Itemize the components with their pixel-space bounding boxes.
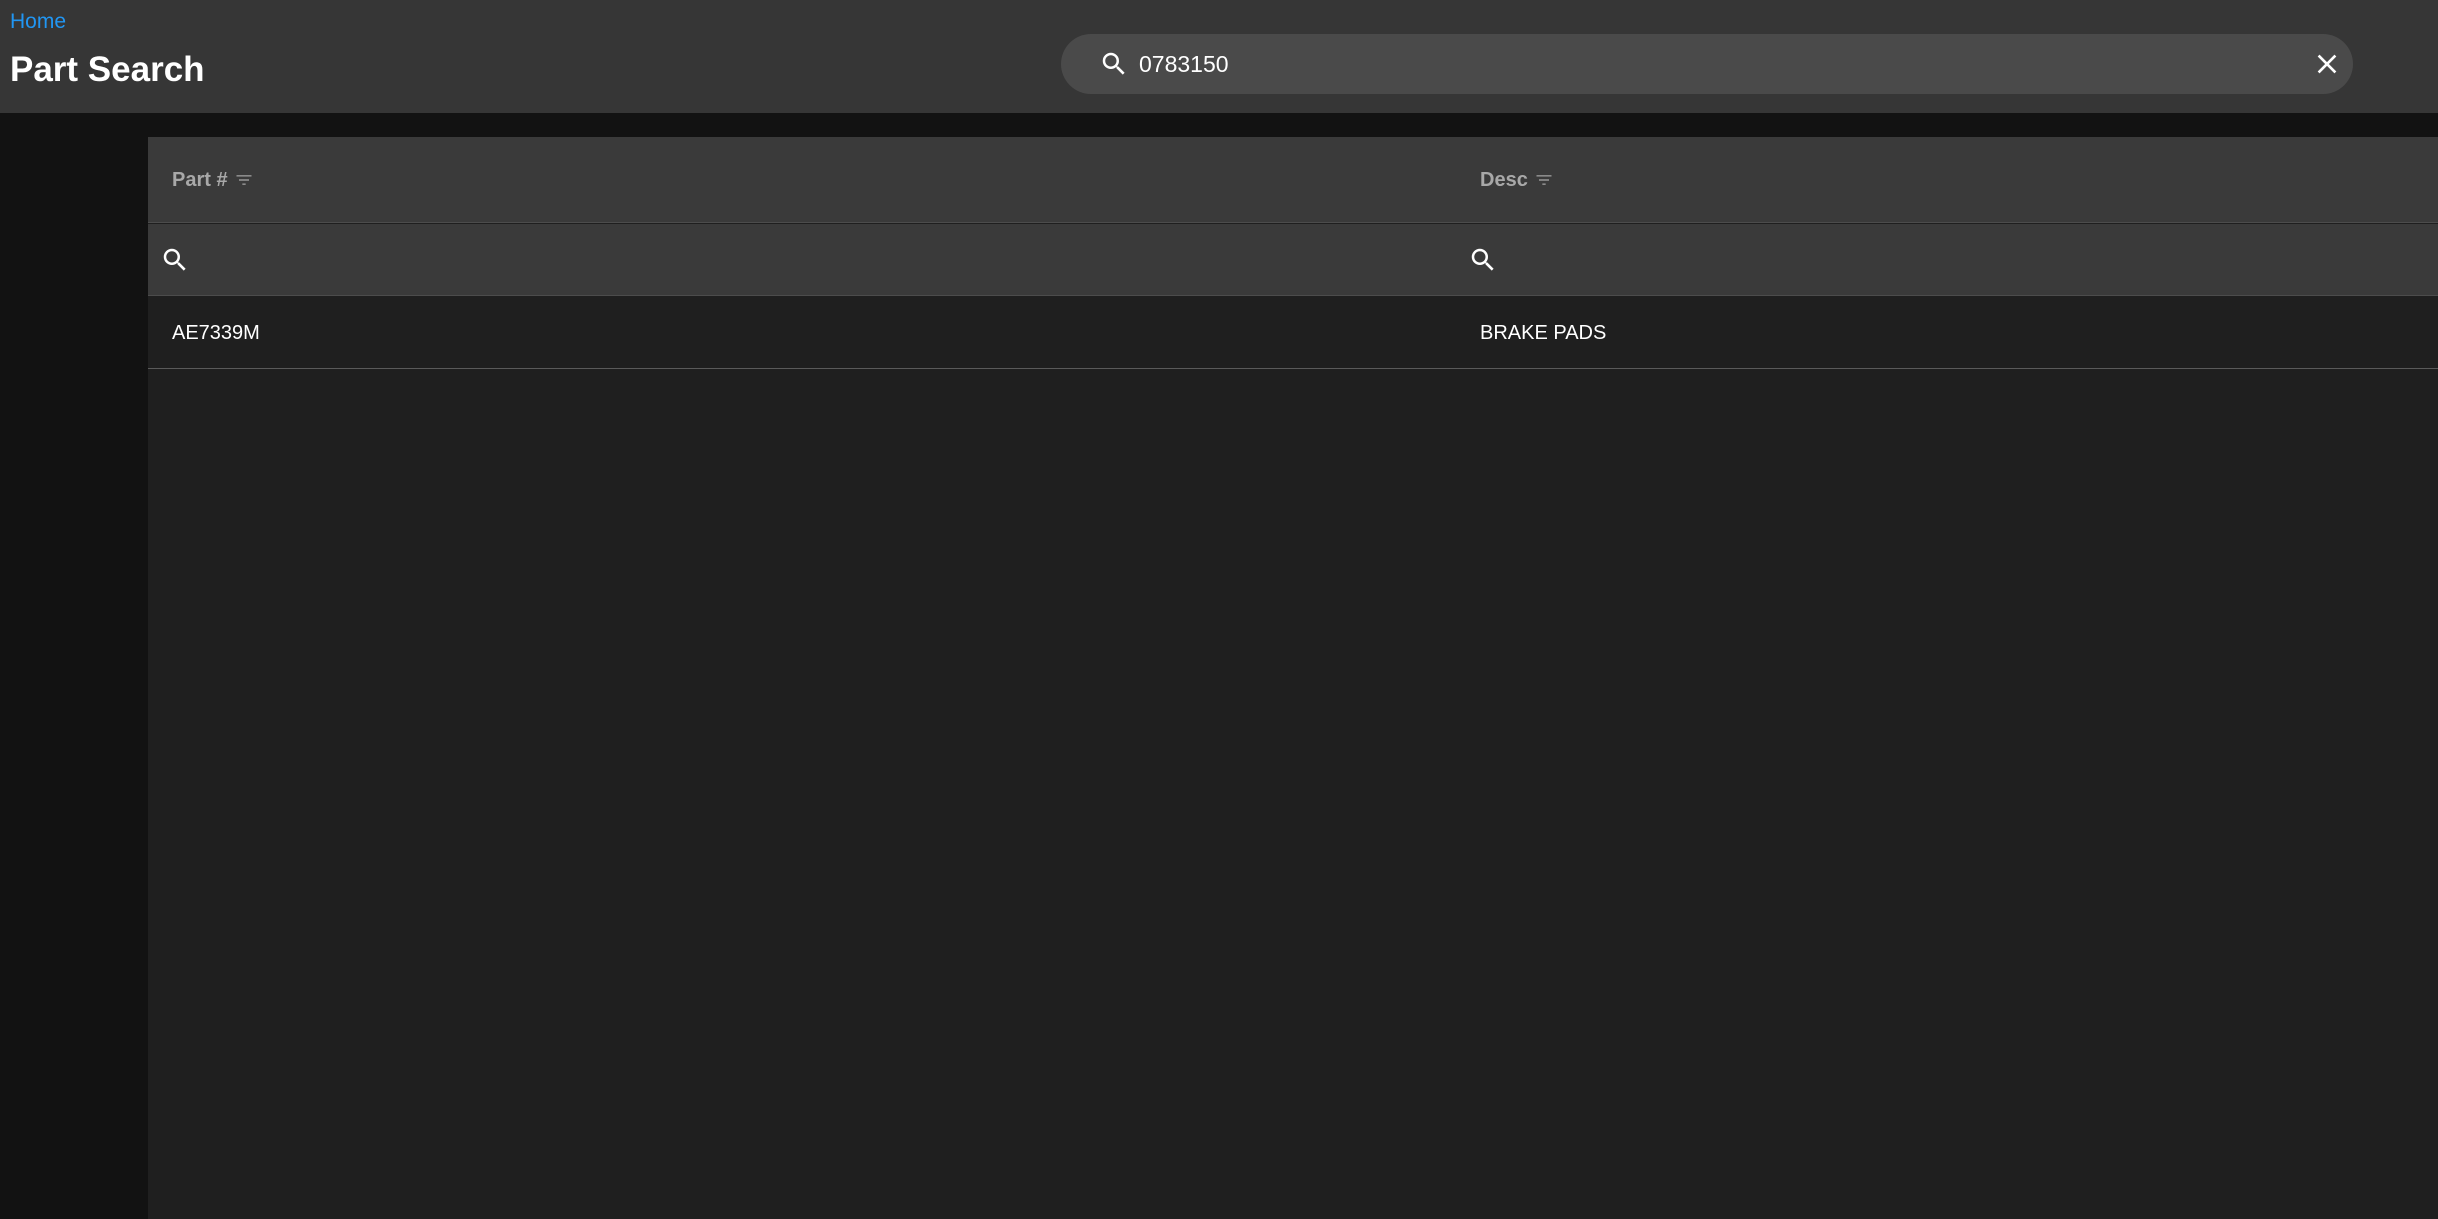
filter-cell-part (160, 224, 1400, 296)
global-search-bar (1061, 34, 2353, 94)
filter-input-part[interactable] (200, 240, 1400, 280)
filter-cell-desc (1468, 224, 2408, 296)
clear-search-button[interactable] (2297, 34, 2357, 94)
filter-icon[interactable] (1534, 170, 1554, 190)
grid-header: Part # Desc (148, 137, 2438, 223)
global-search-input[interactable] (1139, 42, 2239, 86)
cell-part-number: AE7339M (172, 321, 260, 344)
search-icon (1102, 52, 1125, 75)
parts-grid: Part # Desc AE7339M BRAKE PADS (148, 137, 2438, 1219)
page-title: Part Search (10, 50, 205, 89)
column-label-desc: Desc (1480, 168, 1528, 191)
cell-description: BRAKE PADS (1480, 321, 1607, 344)
close-icon (2317, 54, 2337, 74)
breadcrumb-home[interactable]: Home (10, 10, 66, 34)
table-row[interactable]: AE7339M BRAKE PADS (148, 297, 2438, 369)
filter-icon[interactable] (234, 170, 254, 190)
search-icon (163, 248, 186, 271)
grid-filter-row (148, 224, 2438, 296)
column-label-part: Part # (172, 168, 228, 191)
app-header: Home Part Search (0, 0, 2438, 113)
column-header-part[interactable]: Part # (172, 137, 254, 223)
filter-input-desc[interactable] (1508, 240, 2408, 280)
left-rail (0, 113, 148, 1219)
search-icon (1471, 248, 1494, 271)
column-header-desc[interactable]: Desc (1480, 137, 1554, 223)
